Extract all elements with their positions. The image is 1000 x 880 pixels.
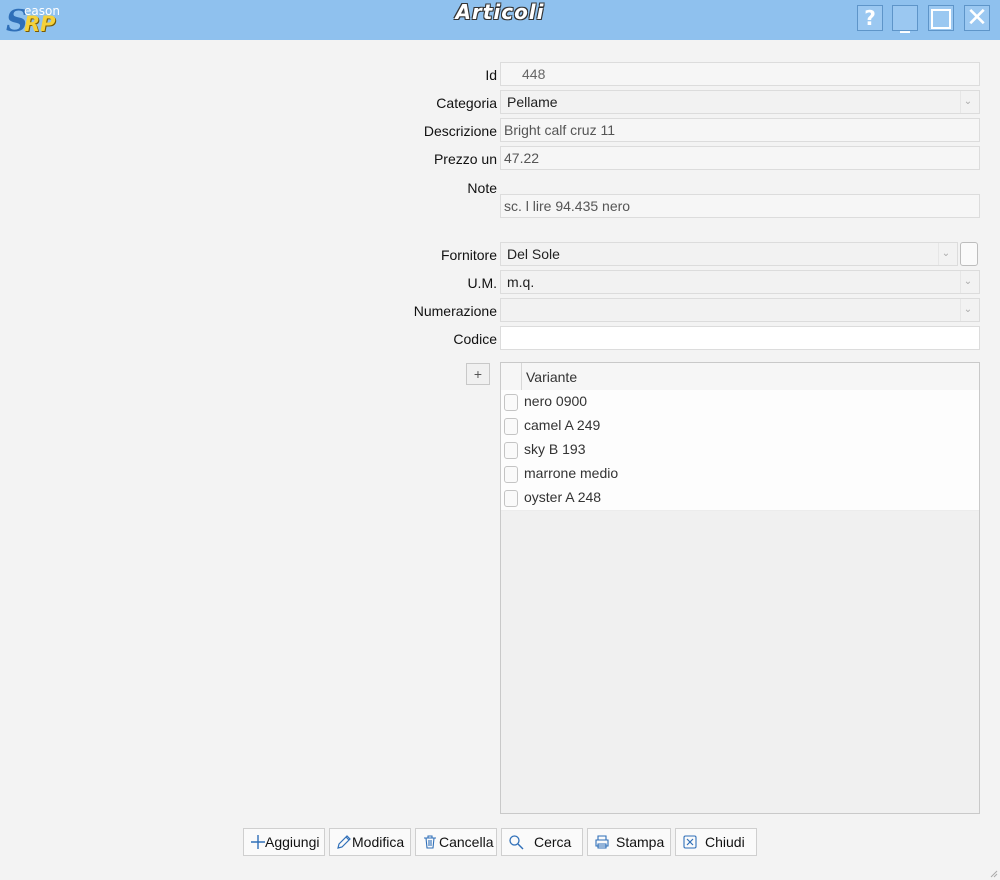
row-checkbox[interactable] [504,394,518,411]
fornitore-select[interactable]: Del Sole ⌄ [500,242,958,266]
categoria-select[interactable]: Pellame ⌄ [500,90,980,114]
search-icon [509,835,524,850]
fornitore-label: Fornitore [440,247,497,263]
resize-grip-icon[interactable] [988,868,998,878]
table-row[interactable]: marrone medio [501,462,979,487]
chiudi-label: Chiudi [705,834,745,850]
numerazione-label: Numerazione [413,303,497,319]
row-variante: oyster A 248 [524,489,602,505]
title-bar: Season RP Articoli ? _ ✕ [0,0,1000,40]
table-row[interactable]: camel A 249 [501,414,979,439]
descrizione-field[interactable]: Bright calf cruz 11 [500,118,980,142]
chevron-down-icon[interactable]: ⌄ [960,271,975,293]
aggiungi-label: Aggiungi [265,834,320,850]
variant-grid: Variante nero 0900 camel A 249 sky B 193… [500,362,980,814]
window-title: Articoli [455,0,545,24]
modifica-button[interactable]: Modifica [329,828,411,856]
help-button[interactable]: ? [857,5,883,31]
table-row[interactable]: oyster A 248 [501,486,979,511]
descrizione-label: Descrizione [423,123,497,139]
cancella-label: Cancella [439,834,494,850]
maximize-icon [931,9,951,29]
categoria-value: Pellame [507,94,558,110]
row-variante: marrone medio [524,465,619,481]
codice-field[interactable] [500,326,980,350]
aggiungi-button[interactable]: Aggiungi [243,828,325,856]
minimize-button[interactable]: _ [892,5,918,33]
categoria-label: Categoria [436,95,497,111]
table-row[interactable]: nero 0900 [501,390,979,415]
prezzo-field[interactable]: 47.22 [500,146,980,170]
chevron-down-icon[interactable]: ⌄ [960,299,975,321]
codice-label: Codice [453,331,497,347]
stampa-button[interactable]: Stampa [587,828,671,856]
printer-icon [595,835,609,849]
grid-corner [501,363,522,390]
row-checkbox[interactable] [504,490,518,507]
row-variante: nero 0900 [524,393,588,409]
numerazione-select[interactable]: ⌄ [500,298,980,322]
um-value: m.q. [507,274,535,290]
prezzo-label: Prezzo un [433,151,497,167]
fornitore-value: Del Sole [507,246,560,262]
chevron-down-icon[interactable]: ⌄ [938,243,953,265]
row-checkbox[interactable] [504,442,518,459]
note-field[interactable]: sc. l lire 94.435 nero [500,194,980,218]
table-row[interactable]: sky B 193 [501,438,979,463]
plus-icon [251,835,265,849]
close-window-button[interactable]: ✕ [964,5,990,31]
chevron-down-icon[interactable]: ⌄ [960,91,975,113]
add-variant-button[interactable]: + [466,363,490,385]
cerca-label: Cerca [534,834,572,850]
um-label: U.M. [467,275,497,291]
column-header-variante[interactable]: Variante [526,369,577,385]
cancella-button[interactable]: Cancella [415,828,497,856]
grid-header: Variante [501,363,979,391]
trash-icon [424,835,436,849]
note-label: Note [467,180,497,196]
row-checkbox[interactable] [504,418,518,435]
close-icon [683,835,697,849]
row-checkbox[interactable] [504,466,518,483]
maximize-button[interactable] [928,5,954,31]
fornitore-lookup-button[interactable] [960,242,978,266]
cerca-button[interactable]: Cerca [501,828,583,856]
row-variante: sky B 193 [524,441,586,457]
um-select[interactable]: m.q. ⌄ [500,270,980,294]
row-variante: camel A 249 [524,417,601,433]
modifica-label: Modifica [352,834,405,850]
id-field[interactable]: 448 [500,62,980,86]
chiudi-button[interactable]: Chiudi [675,828,757,856]
pencil-icon [337,835,351,849]
id-label: Id [485,67,497,83]
stampa-label: Stampa [616,834,665,850]
